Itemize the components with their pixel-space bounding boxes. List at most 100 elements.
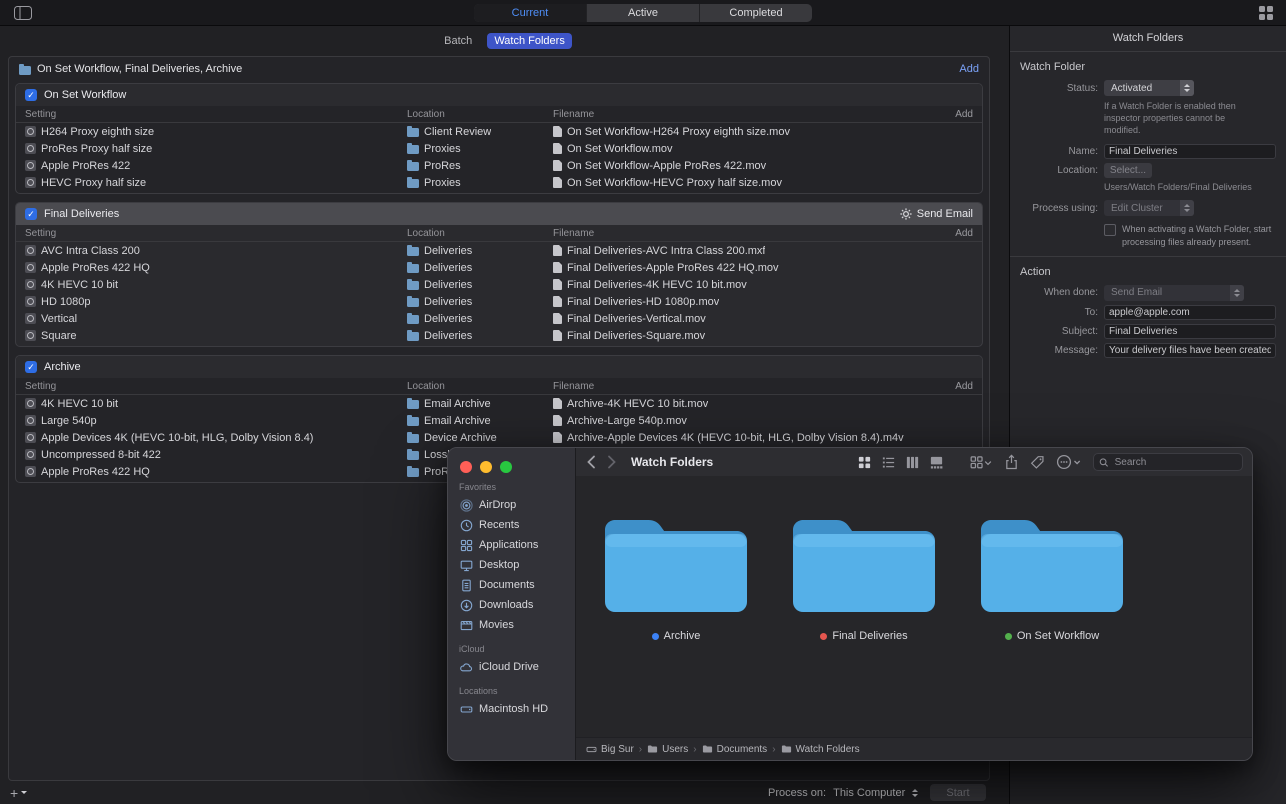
process-on-popup[interactable]: This Computer xyxy=(833,787,905,799)
table-row[interactable]: 4K HEVC 10 bit Email Archive Archive-4K … xyxy=(16,395,982,412)
table-row[interactable]: HD 1080p Deliveries Final Deliveries-HD … xyxy=(16,293,982,310)
group-by-button[interactable] xyxy=(969,455,993,470)
section-action: Action xyxy=(1010,257,1286,285)
zoom-button[interactable] xyxy=(500,461,512,473)
table-row[interactable]: Apple ProRes 422 HQ Deliveries Final Del… xyxy=(16,259,982,276)
folder-icon xyxy=(407,400,419,409)
sidebar-item-downloads[interactable]: Downloads xyxy=(448,595,575,615)
list-view-button[interactable] xyxy=(881,455,896,470)
folder-name: On Set Workflow xyxy=(1017,630,1099,642)
table-row[interactable]: Apple ProRes 422 ProRes On Set Workflow-… xyxy=(16,157,982,174)
segment-current[interactable]: Current xyxy=(474,4,587,22)
sidebar-item-airdrop[interactable]: AirDrop xyxy=(448,495,575,515)
segment-completed[interactable]: Completed xyxy=(700,4,812,22)
back-button[interactable] xyxy=(585,454,597,470)
icon-view-button[interactable] xyxy=(857,455,872,470)
message-label: Message: xyxy=(1010,345,1098,356)
sidebar-item-icloud-drive[interactable]: iCloud Drive xyxy=(448,657,575,677)
minimize-button[interactable] xyxy=(480,461,492,473)
table-row[interactable]: HEVC Proxy half size Proxies On Set Work… xyxy=(16,174,982,191)
to-field[interactable] xyxy=(1104,305,1276,320)
column-view-button[interactable] xyxy=(905,455,920,470)
setting-name: Apple ProRes 422 xyxy=(41,160,130,172)
path-item-documents[interactable]: Documents xyxy=(702,744,768,755)
group-header[interactable]: ✓ On Set Workflow xyxy=(16,84,982,106)
message-field[interactable] xyxy=(1104,343,1276,358)
folder-final-deliveries[interactable]: Final Deliveries xyxy=(789,500,939,642)
document-icon xyxy=(553,398,562,409)
add-output-button[interactable]: Add xyxy=(946,109,982,120)
group-checkbox[interactable]: ✓ xyxy=(25,361,37,373)
tag-dot xyxy=(1005,633,1012,640)
folder-on-set-workflow[interactable]: On Set Workflow xyxy=(977,500,1127,642)
forward-button[interactable] xyxy=(606,454,618,470)
setting-icon xyxy=(25,177,36,188)
path-item-disk[interactable]: Big Sur xyxy=(586,744,634,755)
group-checkbox[interactable]: ✓ xyxy=(25,208,37,220)
start-processing-checkbox[interactable] xyxy=(1104,224,1116,236)
table-row[interactable]: ProRes Proxy half size Proxies On Set Wo… xyxy=(16,140,982,157)
group-header[interactable]: ✓ Final Deliveries Send Email xyxy=(16,203,982,225)
name-field[interactable] xyxy=(1104,144,1276,159)
table-row[interactable]: Large 540p Email Archive Archive-Large 5… xyxy=(16,412,982,429)
sidebar-item-macintosh-hd[interactable]: Macintosh HD xyxy=(448,699,575,719)
group-header[interactable]: ✓ Archive xyxy=(16,356,982,378)
location-name: Device Archive xyxy=(424,432,497,444)
add-output-button[interactable]: Add xyxy=(946,228,982,239)
path-item-watch-folders[interactable]: Watch Folders xyxy=(781,744,860,755)
tag-dot xyxy=(820,633,827,640)
sidebar-item-recents[interactable]: Recents xyxy=(448,515,575,535)
search-input[interactable] xyxy=(1113,456,1237,469)
table-row[interactable]: Square Deliveries Final Deliveries-Squar… xyxy=(16,327,982,344)
table-row[interactable]: Vertical Deliveries Final Deliveries-Ver… xyxy=(16,310,982,327)
tab-batch[interactable]: Batch xyxy=(437,33,479,49)
group-checkbox[interactable]: ✓ xyxy=(25,89,37,101)
file-name: Archive-Apple Devices 4K (HEVC 10-bit, H… xyxy=(567,432,904,444)
setting-name: Apple ProRes 422 HQ xyxy=(41,466,150,478)
sidebar-item-desktop[interactable]: Desktop xyxy=(448,555,575,575)
gallery-view-button[interactable] xyxy=(929,455,944,470)
process-using-popup[interactable]: Edit Cluster xyxy=(1104,200,1194,216)
inspector-toggle-button[interactable] xyxy=(1258,5,1274,21)
chevron-right-icon: › xyxy=(639,744,642,755)
path-item-users[interactable]: Users xyxy=(647,744,688,755)
group-action-label: Send Email xyxy=(917,208,973,220)
tag-button[interactable] xyxy=(1030,455,1045,470)
add-output-button[interactable]: Add xyxy=(946,381,982,392)
sidebar-item-movies[interactable]: Movies xyxy=(448,615,575,635)
tab-watch-folders[interactable]: Watch Folders xyxy=(487,33,572,49)
column-filename: Filename xyxy=(553,381,946,392)
start-batch-button[interactable]: Start Batch xyxy=(930,784,986,801)
close-button[interactable] xyxy=(460,461,472,473)
column-setting: Setting xyxy=(25,109,407,120)
folder-icon xyxy=(702,744,713,754)
share-button[interactable] xyxy=(1004,454,1019,470)
setting-icon xyxy=(25,313,36,324)
folder-archive[interactable]: Archive xyxy=(601,500,751,642)
location-select-button[interactable]: Select... xyxy=(1104,163,1152,178)
status-popup[interactable]: Activated xyxy=(1104,80,1194,96)
location-name: Deliveries xyxy=(424,313,472,325)
process-on-label: Process on: xyxy=(768,787,826,799)
segment-active[interactable]: Active xyxy=(587,4,700,22)
table-row[interactable]: H264 Proxy eighth size Client Review On … xyxy=(16,123,982,140)
more-actions-button[interactable] xyxy=(1056,454,1082,470)
add-batch-button[interactable]: + xyxy=(10,786,27,800)
finder-window[interactable]: Favorites AirDrop Recents Applications D… xyxy=(447,447,1253,761)
add-watch-folder-button[interactable]: Add xyxy=(959,63,979,75)
popup-stepper-icon[interactable] xyxy=(912,789,918,797)
group-name: Archive xyxy=(44,361,81,373)
table-row[interactable]: 4K HEVC 10 bit Deliveries Final Deliveri… xyxy=(16,276,982,293)
subject-field[interactable] xyxy=(1104,324,1276,339)
sidebar-toggle-button[interactable] xyxy=(14,6,32,20)
setting-icon xyxy=(25,279,36,290)
when-done-popup[interactable]: Send Email xyxy=(1104,285,1244,301)
sidebar-item-documents[interactable]: Documents xyxy=(448,575,575,595)
grid-toggle-icon xyxy=(1258,5,1274,21)
location-name: ProRes xyxy=(424,160,461,172)
sidebar-item-applications[interactable]: Applications xyxy=(448,535,575,555)
table-row[interactable]: Apple Devices 4K (HEVC 10-bit, HLG, Dolb… xyxy=(16,429,982,446)
folder-icon xyxy=(781,744,792,754)
search-field[interactable] xyxy=(1093,453,1243,471)
table-row[interactable]: AVC Intra Class 200 Deliveries Final Del… xyxy=(16,242,982,259)
